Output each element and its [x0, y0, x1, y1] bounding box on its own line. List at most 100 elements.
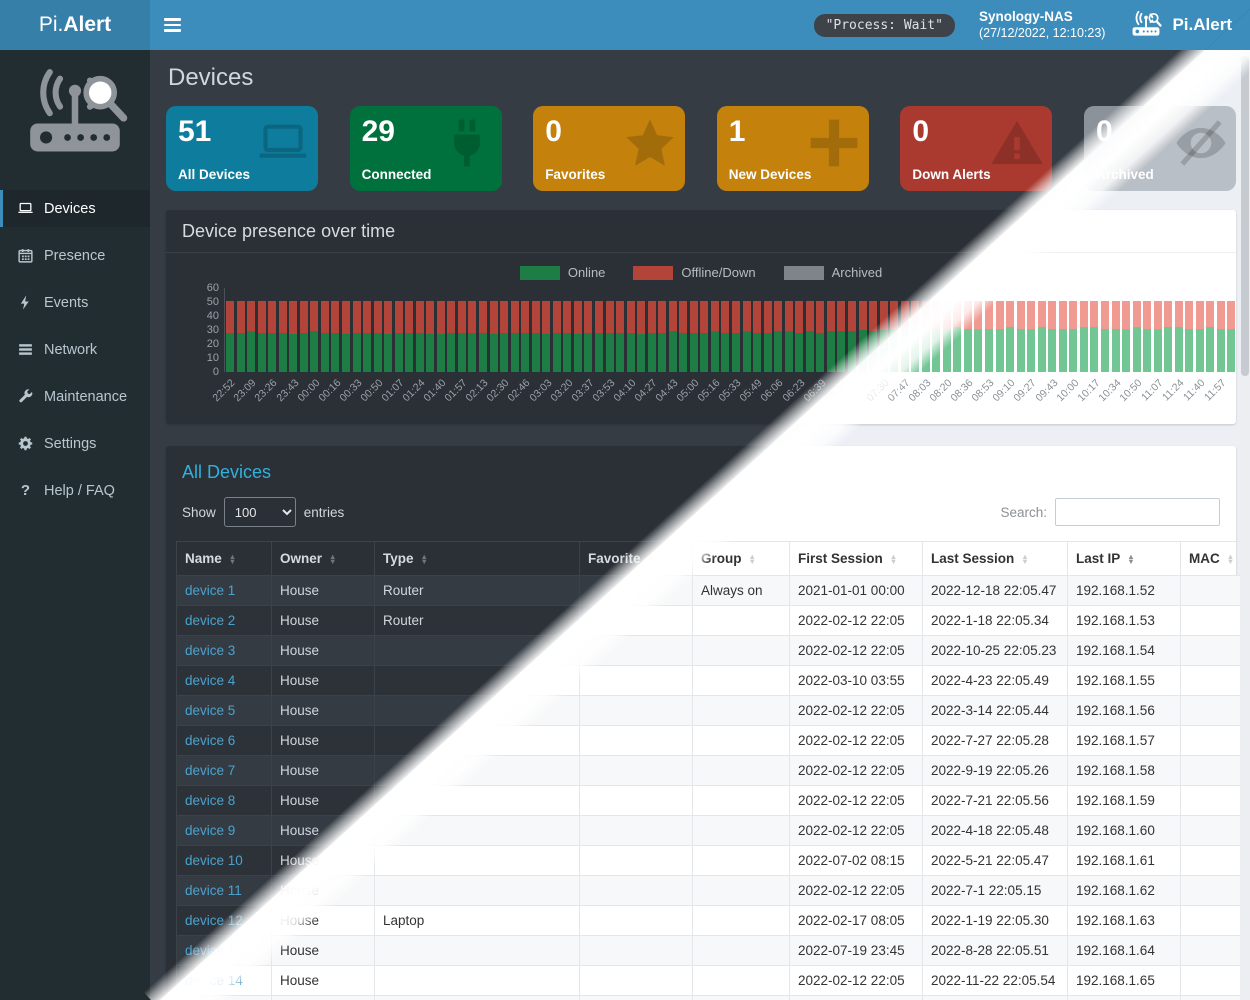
presence-bar: [374, 301, 382, 372]
cell-last_session: 2022-10-25 22:05.23: [923, 636, 1068, 666]
bar-online-segment: [953, 327, 961, 372]
bar-offline-segment: [479, 301, 487, 333]
device-link[interactable]: device 14: [185, 973, 243, 988]
sidebar-item-network[interactable]: Network: [0, 331, 150, 368]
column-header-group[interactable]: Group▲▼: [693, 542, 790, 576]
cell-type: [375, 846, 580, 876]
sort-icon[interactable]: ▲▼: [421, 554, 428, 565]
bar-offline-segment: [563, 301, 571, 333]
search-label: Search:: [1000, 505, 1047, 520]
cell-owner: House: [272, 756, 375, 786]
device-link[interactable]: device 3: [185, 643, 235, 658]
device-link[interactable]: device 10: [185, 853, 243, 868]
summary-card-down-alerts[interactable]: 0Down Alerts: [900, 106, 1052, 191]
scrollbar-thumb[interactable]: [1241, 56, 1249, 376]
sidebar-item-settings[interactable]: Settings: [0, 425, 150, 462]
presence-bar: [1154, 301, 1162, 372]
bar-offline-segment: [890, 301, 898, 330]
device-link[interactable]: device 2: [185, 613, 235, 628]
bar-online-segment: [1069, 329, 1077, 372]
column-header-first-session[interactable]: First Session▲▼: [790, 542, 923, 576]
bar-offline-segment: [1059, 301, 1067, 329]
device-link[interactable]: device 8: [185, 793, 235, 808]
presence-bar: [806, 301, 814, 372]
presence-bar: [226, 301, 234, 372]
page-scrollbar[interactable]: [1240, 50, 1250, 1000]
device-link[interactable]: device 7: [185, 763, 235, 778]
column-header-type[interactable]: Type▲▼: [375, 542, 580, 576]
bar-offline-segment: [1122, 301, 1130, 329]
column-header-last-session[interactable]: Last Session▲▼: [923, 542, 1068, 576]
summary-card-all-devices[interactable]: 51All Devices: [166, 106, 318, 191]
device-link[interactable]: device 11: [185, 883, 242, 898]
bar-offline-segment: [268, 301, 276, 333]
bar-offline-segment: [458, 301, 466, 333]
summary-card-connected[interactable]: 29Connected: [350, 106, 502, 191]
device-link[interactable]: device 4: [185, 673, 235, 688]
search-input[interactable]: [1055, 498, 1220, 526]
sidebar-item-help-faq[interactable]: ?Help / FAQ: [0, 472, 150, 509]
gear-icon: [17, 435, 34, 452]
bar-offline-segment: [964, 301, 972, 329]
sort-icon[interactable]: ▲▼: [329, 554, 336, 565]
bar-offline-segment: [827, 301, 835, 332]
bar-online-segment: [384, 334, 392, 372]
cell-type: Router: [375, 606, 580, 636]
bar-offline-segment: [1112, 301, 1120, 329]
column-header-label: Owner: [280, 551, 322, 566]
column-header-last-ip[interactable]: Last IP ▲▼: [1068, 542, 1181, 576]
device-link[interactable]: device 6: [185, 733, 235, 748]
cell-last_session: 2022-3-14 22:05.44: [923, 696, 1068, 726]
bar-online-segment: [637, 334, 645, 372]
y-axis-tick: 50: [183, 296, 219, 308]
page-size-select[interactable]: 100: [224, 497, 296, 527]
bar-offline-segment: [1175, 301, 1183, 328]
cell-last_session: 2022-11-22 22:05.54: [923, 996, 1068, 1000]
cell-type: Router: [375, 576, 580, 606]
presence-bar: [690, 301, 698, 372]
cell-favorite: [580, 666, 693, 696]
bar-offline-segment: [353, 301, 361, 333]
sidebar-item-devices[interactable]: Devices: [0, 190, 150, 227]
device-link[interactable]: device 1: [185, 583, 235, 598]
bar-online-segment: [521, 333, 529, 372]
bar-offline-segment: [584, 301, 592, 333]
sidebar-item-events[interactable]: Events: [0, 284, 150, 321]
bar-offline-segment: [342, 301, 350, 335]
bar-offline-segment: [289, 301, 297, 335]
device-link[interactable]: device 12: [185, 913, 243, 928]
sort-icon[interactable]: ▲▼: [1227, 554, 1234, 565]
presence-bar: [247, 301, 255, 372]
cell-last_session: 2022-4-18 22:05.48: [923, 816, 1068, 846]
device-link[interactable]: device 9: [185, 823, 235, 838]
bar-online-segment: [1006, 327, 1014, 372]
cell-favorite: [580, 696, 693, 726]
cell-group: [693, 846, 790, 876]
bar-online-segment: [648, 333, 656, 372]
bar-online-segment: [764, 333, 772, 372]
column-header-label: Last IP: [1076, 551, 1120, 566]
cell-owner: House: [272, 936, 375, 966]
presence-bar: [753, 301, 761, 372]
bar-online-segment: [289, 334, 297, 372]
sidebar-item-maintenance[interactable]: Maintenance: [0, 378, 150, 415]
device-link[interactable]: device 5: [185, 703, 235, 718]
cell-first_session: 2021-01-01 00:00: [790, 576, 923, 606]
sidebar-item-presence[interactable]: Presence: [0, 237, 150, 274]
summary-card-favorites[interactable]: 0Favorites: [533, 106, 685, 191]
sort-icon[interactable]: ▲▼: [1021, 554, 1028, 565]
presence-bar: [1059, 301, 1067, 372]
summary-card-new-devices[interactable]: 1New Devices: [717, 106, 869, 191]
bar-online-segment: [1196, 329, 1204, 372]
column-header-name[interactable]: Name▲▼: [177, 542, 272, 576]
column-header-owner[interactable]: Owner ▲▼: [272, 542, 375, 576]
sidebar-toggle-button[interactable]: [150, 0, 195, 50]
bar-online-segment: [669, 331, 677, 372]
sort-active-icon[interactable]: ▲▼: [1127, 554, 1134, 565]
sort-icon[interactable]: ▲▼: [890, 554, 897, 565]
sort-icon[interactable]: ▲▼: [229, 554, 236, 565]
bar-online-segment: [563, 333, 571, 372]
app-logo[interactable]: Pi.Alert: [0, 0, 150, 50]
sort-icon[interactable]: ▲▼: [749, 554, 756, 565]
presence-bar: [637, 301, 645, 372]
